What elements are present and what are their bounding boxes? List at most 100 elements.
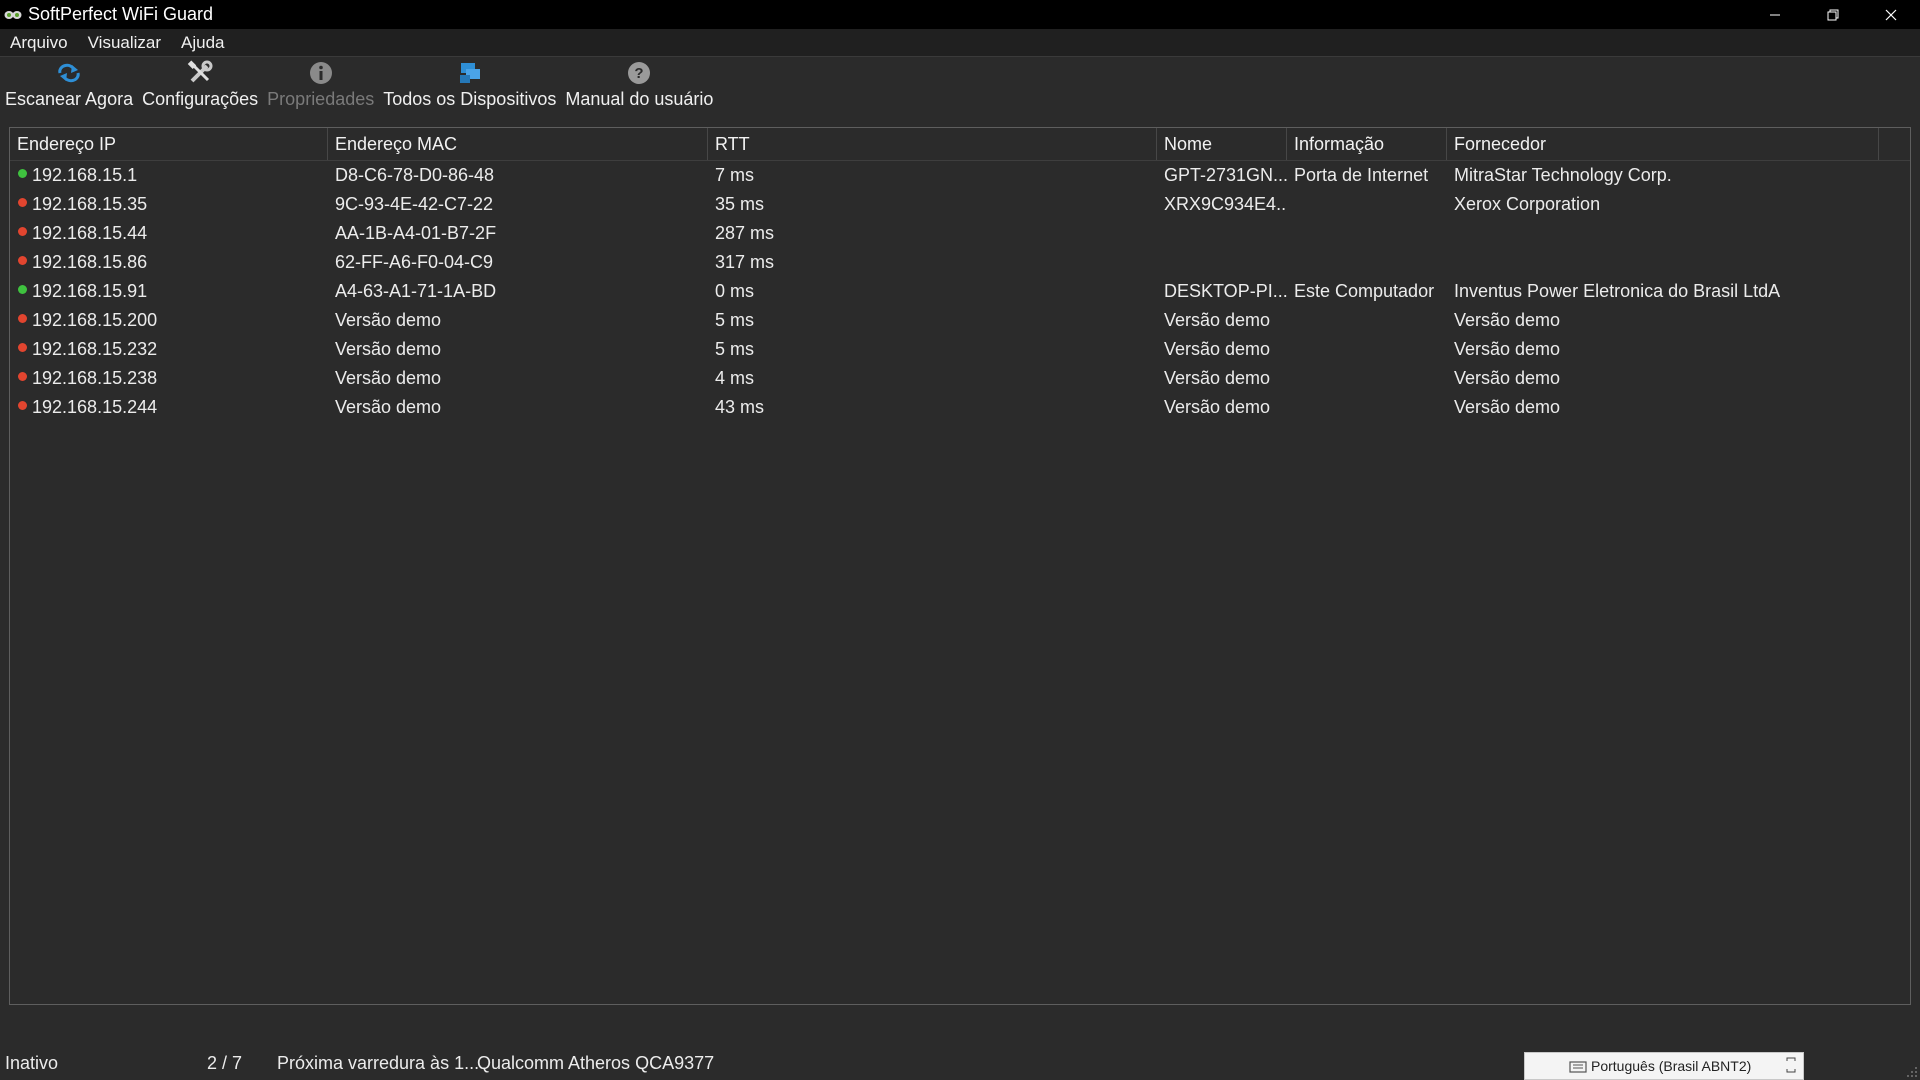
cell-rtt: 317 ms <box>715 252 775 272</box>
table-row[interactable]: 192.168.15.86 62-FF-A6-F0-04-C9 317 ms <box>10 248 1910 277</box>
table-row[interactable]: 192.168.15.44 AA-1B-A4-01-B7-2F 287 ms <box>10 219 1910 248</box>
table-row[interactable]: 192.168.15.200 Versão demo 5 ms Versão demo… <box>10 306 1910 335</box>
refresh-icon <box>55 59 83 87</box>
minimize-button[interactable] <box>1746 0 1804 29</box>
status-bar: Inativo 2 / 7 Próxima varredura às 1... … <box>0 1048 1920 1080</box>
cell-mac: Versão demo <box>335 368 442 388</box>
cell-vendor: Versão demo <box>1454 368 1561 388</box>
cell-name: Versão demo <box>1164 339 1271 359</box>
column-ip[interactable]: Endereço IP <box>10 128 328 160</box>
settings-label: Configurações <box>142 89 259 109</box>
cell-rtt: 5 ms <box>715 339 755 359</box>
cell-name: Versão demo <box>1164 397 1271 417</box>
column-extra[interactable] <box>1879 128 1909 160</box>
language-label: Português (Brasil ABNT2) <box>1591 1058 1752 1074</box>
menu-arquivo[interactable]: Arquivo <box>0 33 78 53</box>
column-name[interactable]: Nome <box>1157 128 1287 160</box>
status-dot-icon <box>18 401 27 410</box>
status-dot-icon <box>18 198 27 207</box>
status-count: 2 / 7 <box>207 1053 243 1073</box>
status-state: Inativo <box>5 1053 59 1073</box>
table-row[interactable]: 192.168.15.244 Versão demo 43 ms Versão dem… <box>10 393 1910 422</box>
window-controls <box>1746 0 1920 29</box>
cell-rtt: 43 ms <box>715 397 765 417</box>
cell-name: GPT-2731GN... <box>1164 165 1287 185</box>
help-icon: ? <box>625 59 653 87</box>
status-dot-icon <box>18 343 27 352</box>
table-row[interactable]: 192.168.15.238 Versão demo 4 ms Versão demo… <box>10 364 1910 393</box>
status-dot-icon <box>18 227 27 236</box>
scan-now-label: Escanear Agora <box>5 89 134 109</box>
device-list[interactable]: Endereço IP Endereço MAC RTT Nome Inform… <box>9 127 1911 1005</box>
cell-mac: A4-63-A1-71-1A-BD <box>335 281 497 301</box>
ip-text: 192.168.15.44 <box>32 223 148 243</box>
cell-rtt: 35 ms <box>715 194 765 214</box>
cell-name: Versão demo <box>1164 310 1271 330</box>
cell-rtt: 0 ms <box>715 281 755 301</box>
column-info[interactable]: Informação <box>1287 128 1447 160</box>
cell-mac: 62-FF-A6-F0-04-C9 <box>335 252 494 272</box>
ip-text: 192.168.15.200 <box>32 310 158 330</box>
menu-ajuda[interactable]: Ajuda <box>171 33 234 53</box>
all-devices-button[interactable]: Todos os Dispositivos <box>379 57 560 115</box>
user-manual-label: Manual do usuário <box>565 89 714 109</box>
ip-text: 192.168.15.35 <box>32 194 148 214</box>
devices-icon <box>456 59 484 87</box>
status-dot-icon <box>18 285 27 294</box>
cell-mac: 9C-93-4E-42-C7-22 <box>335 194 494 214</box>
cell-name: DESKTOP-PI... <box>1164 281 1287 301</box>
properties-label: Propriedades <box>267 89 375 109</box>
cell-vendor: Inventus Power Eletronica do Brasil LtdA <box>1454 281 1781 301</box>
restore-icon <box>1827 9 1839 20</box>
svg-text:?: ? <box>635 65 644 82</box>
status-dot-icon <box>18 169 27 178</box>
app-logo-icon <box>4 10 22 19</box>
title-bar[interactable]: SoftPerfect WiFi Guard <box>0 0 1920 29</box>
cell-ip: 192.168.15.44 <box>10 223 328 244</box>
resize-grip-icon[interactable] <box>1904 1064 1918 1078</box>
cell-ip: 192.168.15.232 <box>10 339 328 360</box>
cell-mac: AA-1B-A4-01-B7-2F <box>335 223 497 243</box>
column-rtt[interactable]: RTT <box>708 128 1157 160</box>
close-button[interactable] <box>1862 0 1920 29</box>
table-row[interactable]: 192.168.15.1 D8-C6-78-D0-86-48 7 ms GPT-273… <box>10 161 1910 190</box>
scan-now-button[interactable]: Escanear Agora <box>1 57 137 115</box>
toolbar: Escanear Agora Configurações Propriedade… <box>0 57 1920 117</box>
cell-ip: 192.168.15.91 <box>10 281 328 302</box>
settings-button[interactable]: Configurações <box>138 57 262 115</box>
ip-text: 192.168.15.1 <box>32 165 138 185</box>
menu-bar: Arquivo Visualizar Ajuda <box>0 29 1920 57</box>
tools-icon <box>186 59 214 87</box>
restore-button[interactable] <box>1804 0 1862 29</box>
menu-visualizar[interactable]: Visualizar <box>78 33 171 53</box>
status-next-scan: Próxima varredura às 1... <box>277 1053 480 1073</box>
table-row[interactable]: 192.168.15.232 Versão demo 5 ms Versão demo… <box>10 335 1910 364</box>
cell-ip: 192.168.15.86 <box>10 252 328 273</box>
column-vendor[interactable]: Fornecedor <box>1447 128 1879 160</box>
language-indicator[interactable]: Português (Brasil ABNT2) <box>1524 1052 1804 1080</box>
column-mac[interactable]: Endereço MAC <box>328 128 708 160</box>
cell-rtt: 7 ms <box>715 165 755 185</box>
properties-button[interactable]: Propriedades <box>263 57 378 115</box>
window-title: SoftPerfect WiFi Guard <box>28 4 214 24</box>
cell-vendor: MitraStar Technology Corp. <box>1454 165 1672 185</box>
table-row[interactable]: 192.168.15.91 A4-63-A1-71-1A-BD 0 ms DESKTO… <box>10 277 1910 306</box>
cell-mac: D8-C6-78-D0-86-48 <box>335 165 495 185</box>
user-manual-button[interactable]: ? Manual do usuário <box>561 57 717 115</box>
cell-vendor: Versão demo <box>1454 339 1561 359</box>
cell-ip: 192.168.15.1 <box>10 165 328 186</box>
device-list-header: Endereço IP Endereço MAC RTT Nome Inform… <box>10 128 1910 161</box>
status-dot-icon <box>18 314 27 323</box>
cell-rtt: 5 ms <box>715 310 755 330</box>
all-devices-label: Todos os Dispositivos <box>383 89 557 109</box>
status-dot-icon <box>18 256 27 265</box>
cell-info: Este Computador <box>1294 281 1435 301</box>
keyboard-icon <box>1569 1061 1587 1073</box>
cell-mac: Versão demo <box>335 397 442 417</box>
cell-ip: 192.168.15.200 <box>10 310 328 331</box>
minimize-icon <box>1770 14 1780 15</box>
ip-text: 192.168.15.86 <box>32 252 148 272</box>
cell-vendor: Xerox Corporation <box>1454 194 1601 214</box>
ip-text: 192.168.15.244 <box>32 397 158 417</box>
table-row[interactable]: 192.168.15.35 9C-93-4E-42-C7-22 35 ms XRX9C… <box>10 190 1910 219</box>
